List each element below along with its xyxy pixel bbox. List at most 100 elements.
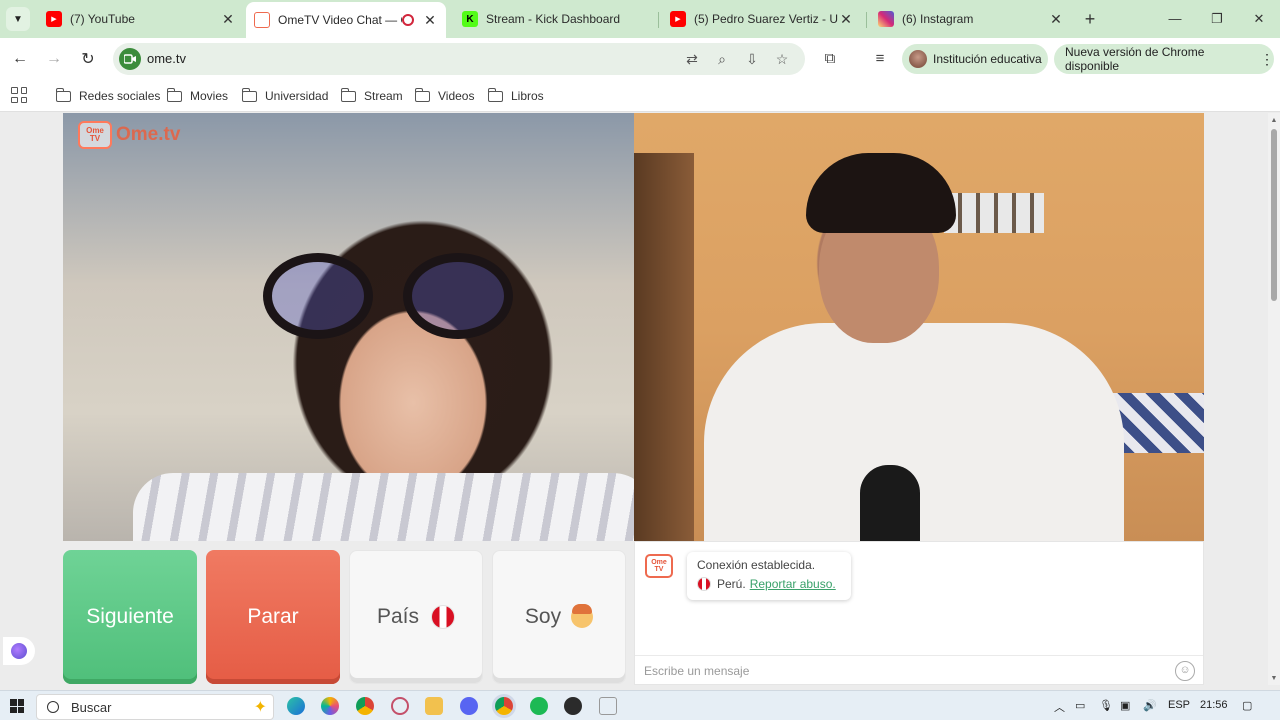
close-window-button[interactable]: ✕ [1248,8,1270,30]
next-button[interactable]: Siguiente [63,550,197,684]
message-input[interactable]: Escribe un mensaje ☺ [635,655,1203,685]
video-content [263,253,523,343]
bookmark-folder[interactable]: Stream [340,87,403,105]
youtube-icon: ▶ [46,11,62,27]
video-content [634,153,694,541]
video-content [133,473,634,541]
more-vert-icon: ⋮ [1260,50,1274,67]
bookmark-folder[interactable]: Redes sociales [55,87,160,105]
stranger-video [63,113,634,541]
windows-start-icon[interactable] [10,699,24,713]
chevron-up-icon[interactable]: ︿ [1054,699,1065,715]
extension-bubble[interactable] [3,637,35,665]
peru-flag-icon [697,577,711,591]
folder-icon [55,87,71,102]
profile-button[interactable]: Institución educativa [902,44,1048,74]
brain-icon [11,643,27,659]
extensions-icon[interactable]: ⧉ [819,48,841,70]
camera-permission-icon[interactable] [119,48,141,70]
files-icon[interactable] [425,697,443,715]
language-indicator[interactable]: ESP [1168,699,1190,711]
close-icon[interactable]: ✕ [422,12,438,29]
bookmark-folder[interactable]: Movies [166,87,228,105]
microphone-icon[interactable]: 🎙 [1099,699,1113,712]
address-bar[interactable]: ome.tv ⇄ ⌕ ⇩ ☆ [113,43,805,75]
chat-panel: Ome TV Conexión establecida. Perú. Repor… [634,541,1204,685]
folder-icon [166,87,182,102]
system-message: Conexión establecida. Perú. Reportar abu… [687,552,851,600]
stop-button[interactable]: Parar [206,550,340,684]
zoom-icon[interactable]: ⌕ [712,49,732,69]
copilot-icon[interactable] [321,697,339,715]
network-icon[interactable]: ▣ [1120,699,1130,712]
bookmark-folder[interactable]: Libros [487,87,544,105]
page-scrollbar[interactable]: ▲ ▼ [1268,113,1280,685]
scroll-up-icon[interactable]: ▲ [1270,117,1278,125]
translate-icon[interactable]: ⇄ [682,49,702,69]
bookmark-star-icon[interactable]: ☆ [772,49,792,69]
minimize-button[interactable]: — [1164,8,1186,30]
tab-instagram[interactable]: (6) Instagram ✕ [870,4,1072,34]
back-button[interactable]: ← [8,47,32,71]
obs-icon[interactable] [564,697,582,715]
taskbar-search[interactable]: Buscar ✦ [36,694,274,720]
tab-pedro-suarez[interactable]: ▶ (5) Pedro Suarez Vertiz - Un ✕ [662,4,862,34]
browser-toolbar: ← → ↻ ome.tv ⇄ ⌕ ⇩ ☆ ⧉ ≡ Institución edu… [0,38,1280,80]
chrome-active-icon[interactable] [495,697,513,715]
reload-button[interactable]: ↻ [76,47,100,71]
search-icon [47,701,59,713]
tab-divider [866,12,867,28]
chrome-icon[interactable] [356,697,374,715]
video-content [860,465,920,541]
new-tab-button[interactable]: + [1080,8,1100,30]
scroll-down-icon[interactable]: ▼ [1270,675,1278,683]
folder-icon [487,87,503,102]
self-video [634,113,1204,541]
restore-button[interactable]: ❐ [1206,8,1228,30]
close-icon[interactable]: ✕ [1048,11,1064,28]
reload-icon: ↻ [81,51,95,68]
ometv-chat-icon: Ome TV [645,554,673,578]
notifications-icon[interactable]: ▢ [1242,699,1252,712]
boy-icon [571,604,594,628]
windows-taskbar: Buscar ✦ ︿ ▭ 🎙 ▣ 🔊 ESP 21:56 ▢ [0,690,1280,720]
close-icon[interactable]: ✕ [838,11,854,28]
ometv-logo: Ome TV Ome.tv [78,121,180,149]
media-queue-icon[interactable]: ≡ [869,48,891,70]
ometv-page: Ome TV Ome.tv Siguiente Parar País Soy O… [0,113,1268,685]
volume-icon[interactable]: 🔊 [1143,699,1157,712]
chrome-update-button[interactable]: Nueva versión de Chrome disponible ⋮ [1054,44,1274,74]
emoji-icon[interactable]: ☺ [1175,661,1195,681]
close-icon[interactable]: ✕ [220,11,236,28]
chevron-down-icon: ▼ [13,13,23,25]
vpn-icon[interactable] [391,697,409,715]
discord-icon[interactable] [460,697,478,715]
apps-grid-icon[interactable] [11,87,27,103]
recycle-icon[interactable] [599,697,617,715]
scroll-thumb[interactable] [1271,129,1277,301]
tab-kick[interactable]: K Stream - Kick Dashboard [454,4,654,34]
arrow-left-icon: ← [12,50,28,67]
instagram-icon [878,11,894,27]
clock[interactable]: 21:56 [1200,699,1228,711]
ometv-icon [254,12,270,28]
spotify-icon[interactable] [530,697,548,715]
tab-youtube[interactable]: ▶ (7) YouTube ✕ [38,4,244,34]
tab-search-button[interactable]: ▼ [6,7,30,31]
battery-icon[interactable]: ▭ [1075,699,1085,712]
tab-strip: ▼ ▶ (7) YouTube ✕ OmeTV Video Chat — O ✕… [0,0,1280,38]
bookmark-folder[interactable]: Videos [414,87,474,105]
report-abuse-link[interactable]: Reportar abuso. [750,577,836,591]
kick-icon: K [462,11,478,27]
video-content [944,193,1044,233]
country-button[interactable]: País [349,550,483,684]
bookmark-folder[interactable]: Universidad [241,87,328,105]
bookmarks-bar: Redes sociales Movies Universidad Stream… [0,80,1280,112]
forward-button[interactable]: → [42,47,66,71]
tab-ometv[interactable]: OmeTV Video Chat — O ✕ [246,2,446,38]
gender-button[interactable]: Soy [492,550,626,684]
folder-icon [414,87,430,102]
edge-icon[interactable] [287,697,305,715]
install-app-icon[interactable]: ⇩ [742,49,762,69]
url-text[interactable]: ome.tv [147,51,186,66]
